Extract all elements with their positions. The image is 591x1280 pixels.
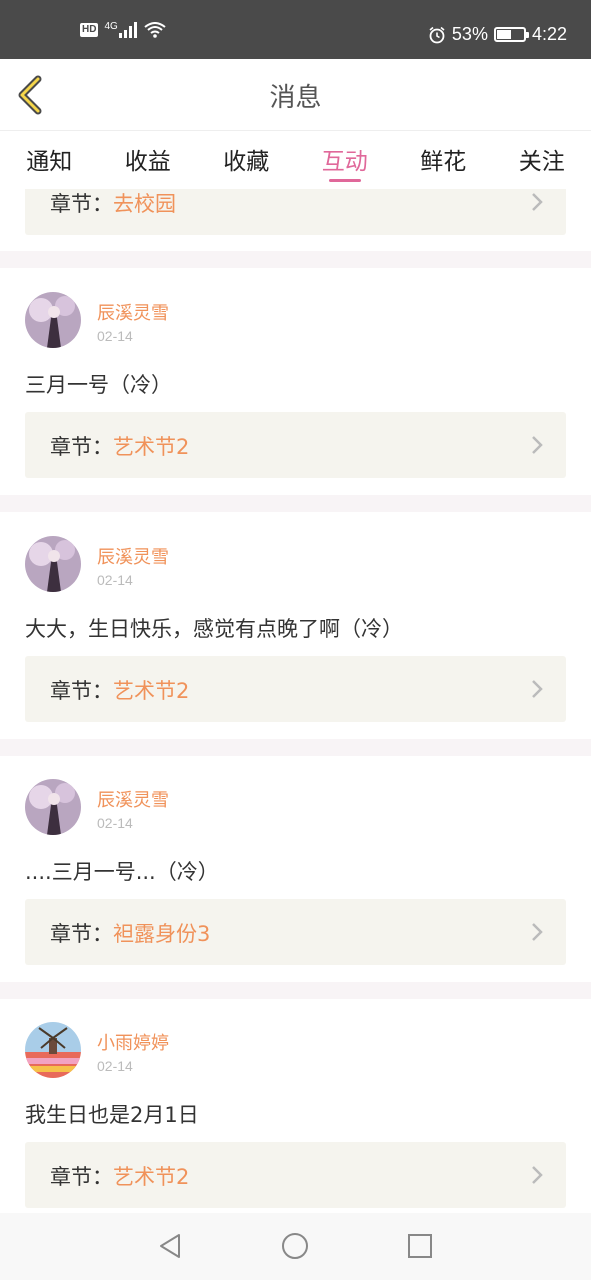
username[interactable]: 辰溪灵雪 [97,786,169,812]
status-right: 53% 4:22 [428,24,567,45]
timestamp: 02-14 [97,815,133,831]
chapter-label: 章节：艺术节2 [50,431,189,461]
chapter-link[interactable]: 章节：艺术节2 [25,412,566,478]
network-type: 4G [104,20,118,32]
message-text: 我生日也是2月1日 [25,1103,199,1127]
chapter-prefix: 章节： [50,922,113,946]
chapter-label: 章节：艺术节2 [50,675,189,705]
chapter-name: 袒露身份3 [113,922,211,946]
tab-favorites[interactable]: 收藏 [197,131,296,189]
avatar-girl-icon [25,536,81,592]
avatar[interactable] [25,536,81,592]
chapter-prefix: 章节： [50,1165,113,1189]
username[interactable]: 小雨婷婷 [97,1029,169,1055]
message-text: ....三月一号...（冷） [25,860,219,884]
message-list[interactable]: 章节：去校园 辰溪灵雪 02-14 三月一号（冷） 章节：艺术节2 辰溪灵雪 0… [0,189,591,1213]
message-text: 大大，生日快乐，感觉有点晚了啊（冷） [25,617,403,641]
chevron-right-icon [532,193,543,211]
home-circle-icon[interactable] [280,1231,310,1261]
list-item: 小雨婷婷 02-14 我生日也是2月1日 章节：艺术节2 [0,999,591,1213]
username[interactable]: 辰溪灵雪 [97,299,169,325]
chapter-prefix: 章节： [50,192,113,216]
chapter-name: 艺术节2 [113,679,190,703]
app-header: 消息 [0,59,591,131]
tab-follow[interactable]: 关注 [493,131,591,189]
list-item: 辰溪灵雪 02-14 ....三月一号...（冷） 章节：袒露身份3 [0,756,591,982]
avatar-girl-icon [25,292,81,348]
recents-square-icon[interactable] [405,1231,435,1261]
chevron-right-icon [532,680,543,698]
chapter-prefix: 章节： [50,435,113,459]
avatar-windmill-icon [25,1022,81,1078]
chapter-link[interactable]: 章节：艺术节2 [25,656,566,722]
status-bar: HD 4G 53% 4:22 [0,0,591,59]
hd-badge: HD [80,23,99,37]
status-left: HD 4G [80,20,166,38]
battery-percent: 53% [451,24,488,44]
tab-notice[interactable]: 通知 [0,131,99,189]
avatar[interactable] [25,779,81,835]
chapter-link[interactable]: 章节：去校园 [25,189,566,235]
clock: 4:22 [531,24,567,44]
username[interactable]: 辰溪灵雪 [97,543,169,569]
list-item: 章节：去校园 [0,189,591,251]
avatar[interactable] [25,1022,81,1078]
system-nav-bar [0,1213,591,1280]
message-text: 三月一号（冷） [25,373,172,397]
avatar-girl-icon [25,779,81,835]
timestamp: 02-14 [97,328,133,344]
tab-interaction[interactable]: 互动 [296,131,395,189]
tab-bar: 通知 收益 收藏 互动 鲜花 关注 [0,131,591,189]
chapter-link[interactable]: 章节：袒露身份3 [25,899,566,965]
wifi-icon [144,22,166,38]
timestamp: 02-14 [97,572,133,588]
chapter-name: 艺术节2 [113,435,190,459]
avatar[interactable] [25,292,81,348]
chevron-right-icon [532,1166,543,1184]
chapter-label: 章节：艺术节2 [50,1161,189,1191]
alarm-icon [429,26,445,43]
battery-icon [493,27,529,42]
back-triangle-icon[interactable] [155,1231,185,1261]
chapter-name: 去校园 [113,192,176,216]
chapter-prefix: 章节： [50,679,113,703]
signal-icon [118,22,137,38]
chapter-link[interactable]: 章节：艺术节2 [25,1142,566,1208]
list-item: 辰溪灵雪 02-14 大大，生日快乐，感觉有点晚了啊（冷） 章节：艺术节2 [0,512,591,739]
tab-earnings[interactable]: 收益 [99,131,198,189]
page-title: 消息 [269,83,322,113]
timestamp: 02-14 [97,1058,133,1074]
battery-level [496,30,511,39]
list-item: 辰溪灵雪 02-14 三月一号（冷） 章节：艺术节2 [0,268,591,495]
chevron-right-icon [532,436,543,454]
chapter-label: 章节：袒露身份3 [50,918,210,948]
chapter-label: 章节：去校园 [50,189,176,218]
chapter-name: 艺术节2 [113,1165,190,1189]
chevron-right-icon [532,923,543,941]
tab-flowers[interactable]: 鲜花 [394,131,493,189]
